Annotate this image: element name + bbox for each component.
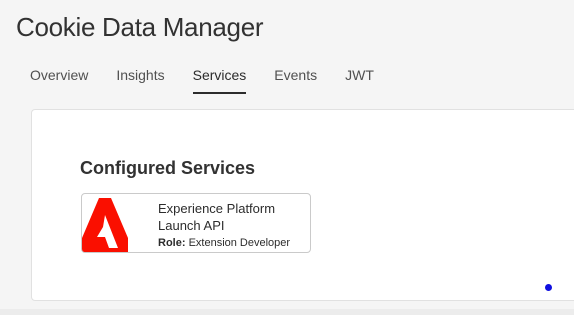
tab-jwt[interactable]: JWT [345, 66, 374, 94]
role-value: Extension Developer [188, 237, 291, 249]
service-card[interactable]: Experience Platform Launch API Role: Ext… [81, 193, 311, 253]
services-panel: Configured Services Experience Platform … [31, 109, 574, 301]
page-title: Cookie Data Manager [16, 12, 264, 42]
tab-insights[interactable]: Insights [116, 66, 164, 94]
app-window: Cookie Data Manager Overview Insights Se… [0, 0, 574, 315]
service-card-text: Experience Platform Launch API Role: Ext… [158, 200, 308, 251]
tab-events[interactable]: Events [274, 66, 317, 94]
tab-bar: Overview Insights Services Events JWT [30, 66, 402, 96]
status-dot [545, 284, 552, 291]
service-name: Experience Platform Launch API [158, 201, 276, 233]
bottom-strip [0, 309, 574, 315]
role-label: Role: [158, 237, 186, 249]
tab-overview[interactable]: Overview [30, 66, 88, 94]
adobe-logo-icon [82, 198, 128, 252]
service-role: Role: Extension Developer [158, 236, 308, 251]
tab-services[interactable]: Services [192, 66, 246, 94]
section-title: Configured Services [80, 158, 256, 178]
